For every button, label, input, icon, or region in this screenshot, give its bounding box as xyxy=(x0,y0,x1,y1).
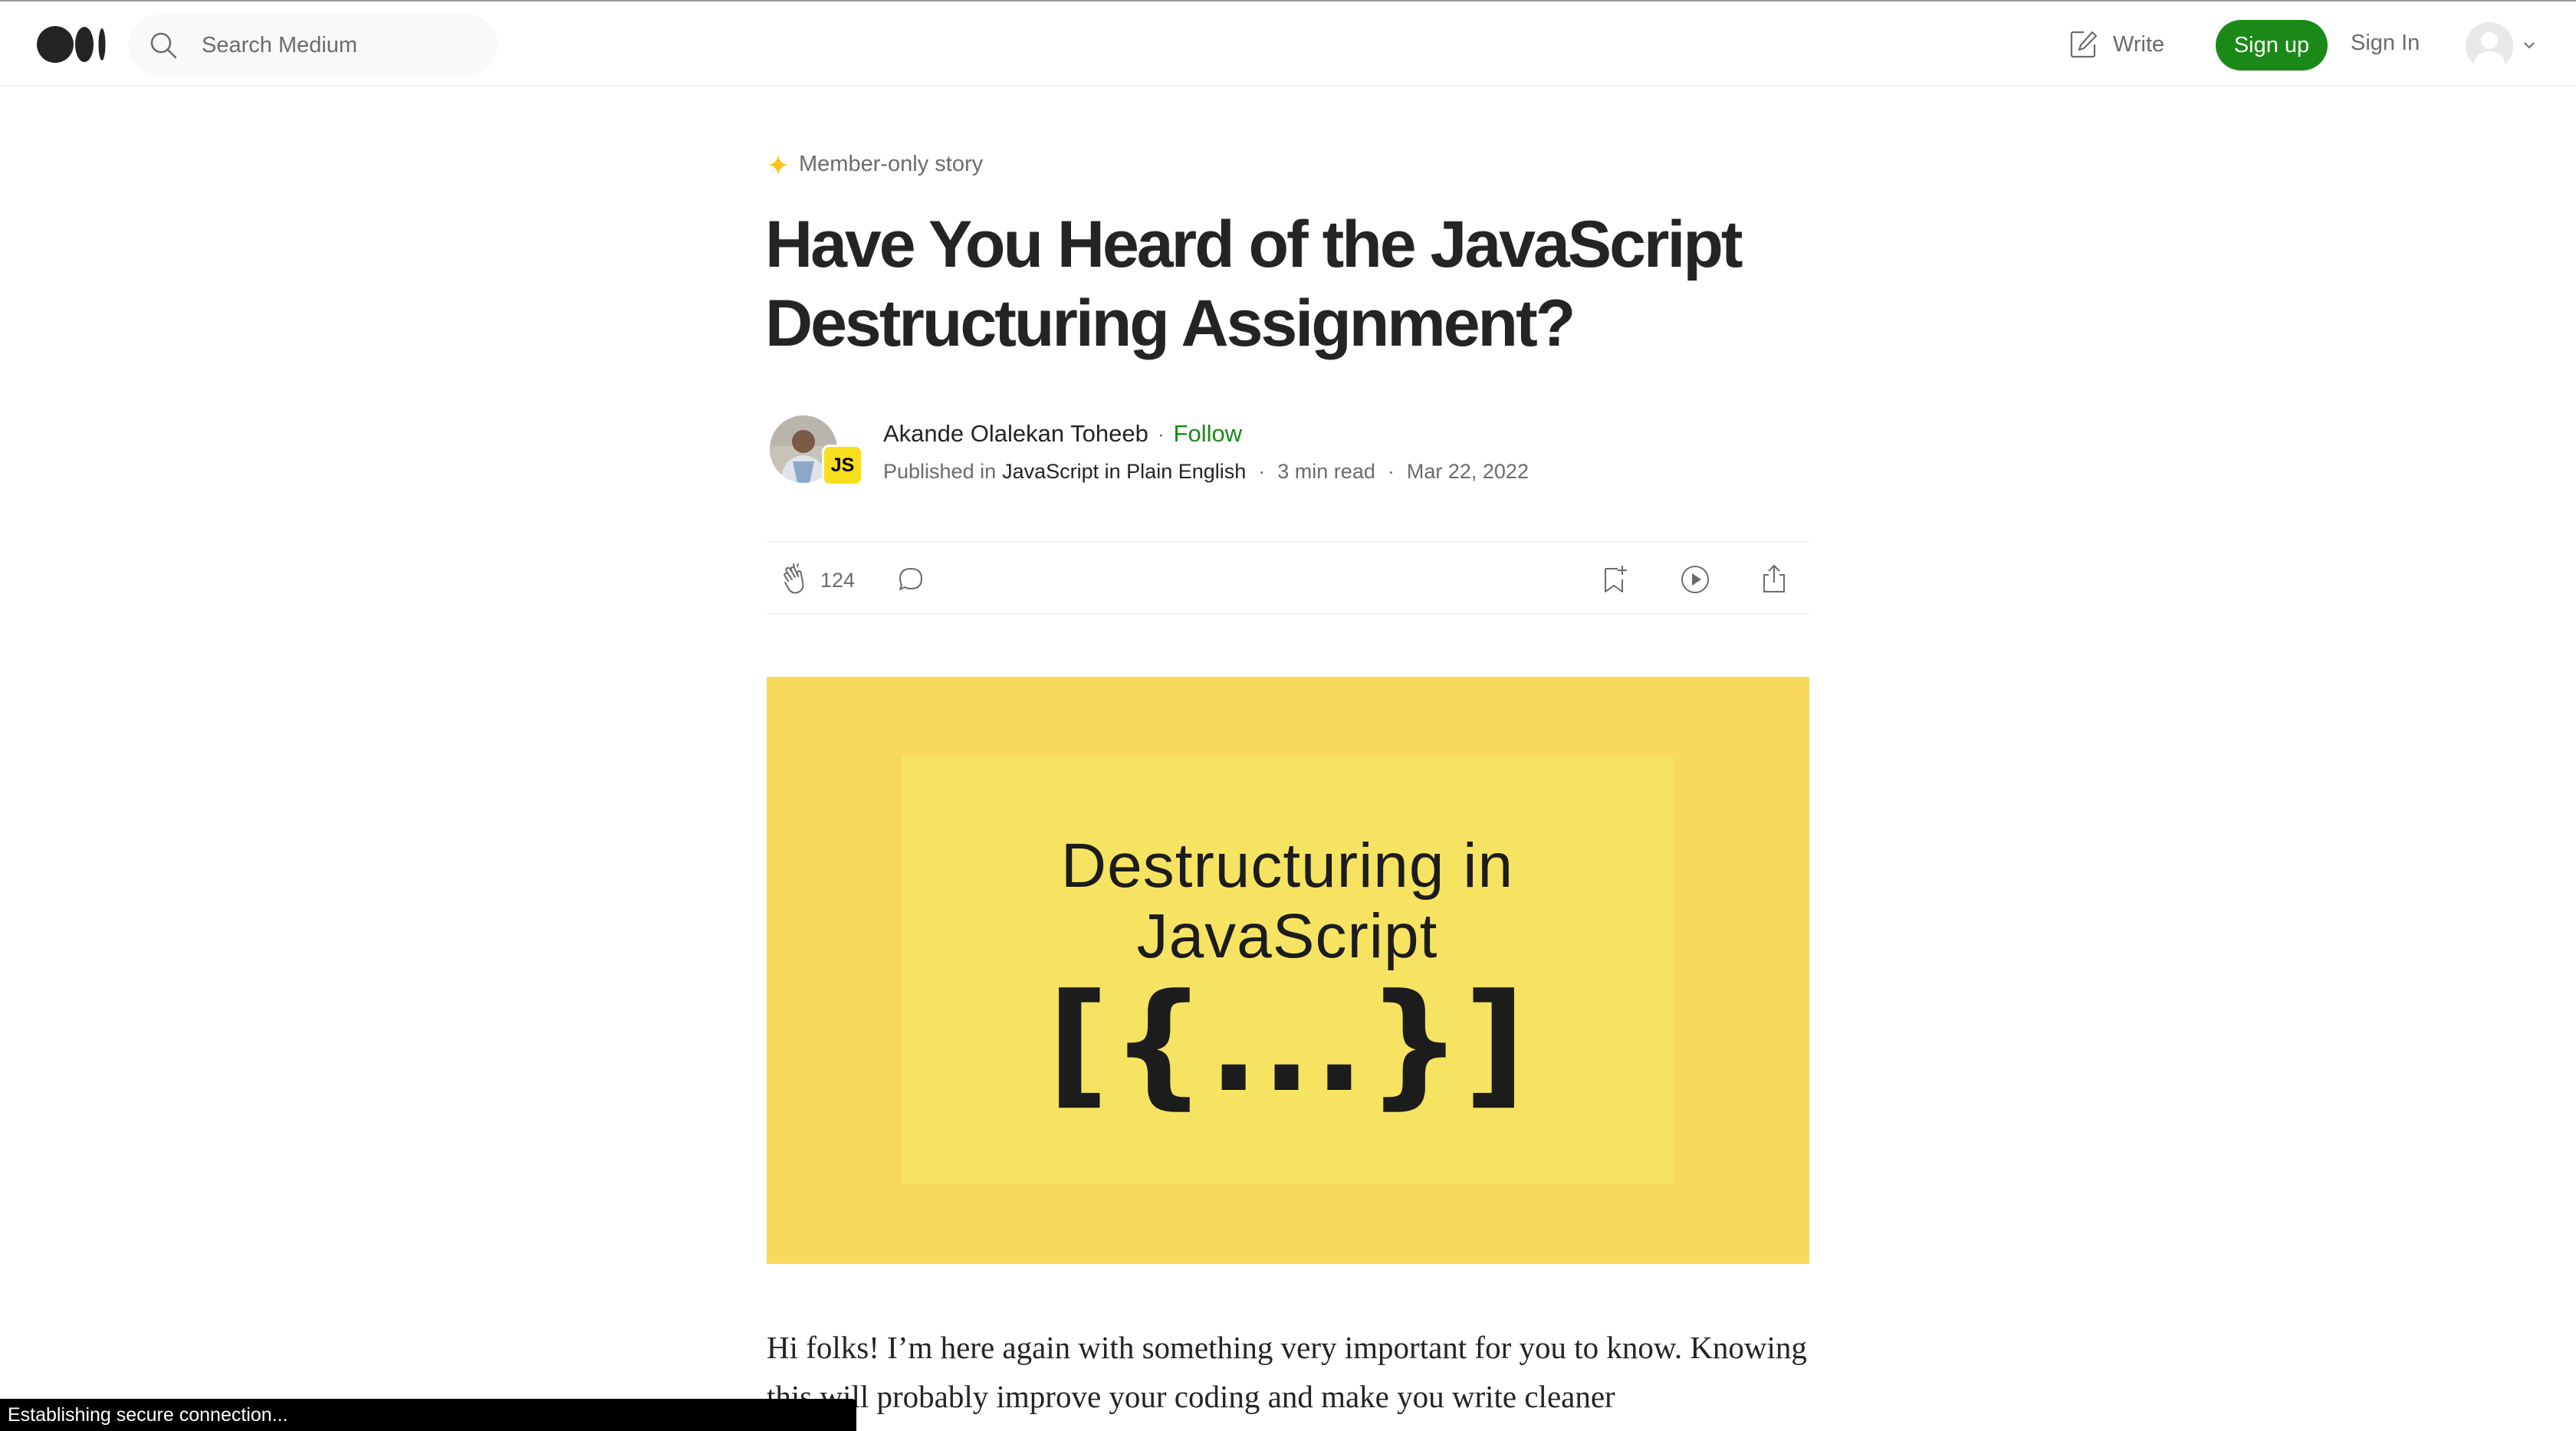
medium-logo[interactable] xyxy=(36,25,107,64)
clap-count: 124 xyxy=(820,569,856,592)
search-input[interactable]: Search Medium xyxy=(202,33,357,58)
sign-up-button[interactable]: Sign up xyxy=(2216,20,2328,71)
hero-image-panel: Destructuring in JavaScript [{...}] xyxy=(902,755,1673,1184)
bookmark-add-icon[interactable] xyxy=(1598,563,1631,596)
write-icon xyxy=(2070,31,2098,58)
hero-code-symbol: [{...}] xyxy=(1046,965,1528,1122)
member-only-label: Member-only story xyxy=(767,152,983,177)
browser-status-bar: Establishing secure connection... xyxy=(0,1399,856,1431)
hero-text-line2: JavaScript xyxy=(1136,901,1438,971)
sign-in-link[interactable]: Sign In xyxy=(2351,31,2420,56)
author-name[interactable]: Akande Olalekan Toheeb xyxy=(883,420,1148,448)
member-only-text: Member-only story xyxy=(799,152,984,176)
default-avatar-icon xyxy=(2466,22,2513,70)
hero-image: Destructuring in JavaScript [{...}] xyxy=(767,677,1809,1264)
follow-button[interactable]: Follow xyxy=(1174,420,1243,448)
chevron-down-icon[interactable] xyxy=(2522,38,2536,52)
write-label: Write xyxy=(2113,31,2165,57)
separator-dot: · xyxy=(1387,460,1395,483)
hero-text-line1: Destructuring in xyxy=(1060,831,1514,901)
comment-icon[interactable] xyxy=(894,563,928,596)
write-button[interactable]: Write xyxy=(2068,28,2164,61)
published-in-label: Published in xyxy=(883,460,997,483)
user-avatar[interactable] xyxy=(2466,22,2513,70)
separator-dot: · xyxy=(1258,460,1266,483)
top-navigation-bar: Search Medium Write Sign up Sign In xyxy=(0,0,2576,87)
article-paragraph: Hi folks! I’m here again with something … xyxy=(767,1330,1807,1414)
publication-badge[interactable]: JS xyxy=(822,445,863,486)
publish-date: Mar 22, 2022 xyxy=(1406,460,1529,483)
play-icon[interactable] xyxy=(1678,563,1712,596)
article-meta: Published in JavaScript in Plain English… xyxy=(883,460,1529,484)
star-icon xyxy=(768,154,788,175)
read-time: 3 min read xyxy=(1277,460,1375,483)
search-icon xyxy=(150,32,177,59)
separator-dot: · xyxy=(1157,422,1165,445)
article-action-bar: 124 xyxy=(767,541,1809,615)
search-bar[interactable]: Search Medium xyxy=(128,15,498,76)
share-icon[interactable] xyxy=(1757,563,1791,596)
clap-icon[interactable] xyxy=(779,563,813,596)
author-line: Akande Olalekan Toheeb · Follow xyxy=(883,420,1242,448)
article-title: Have You Heard of the JavaScript Destruc… xyxy=(765,208,1743,360)
publication-link[interactable]: JavaScript in Plain English xyxy=(1002,460,1246,484)
